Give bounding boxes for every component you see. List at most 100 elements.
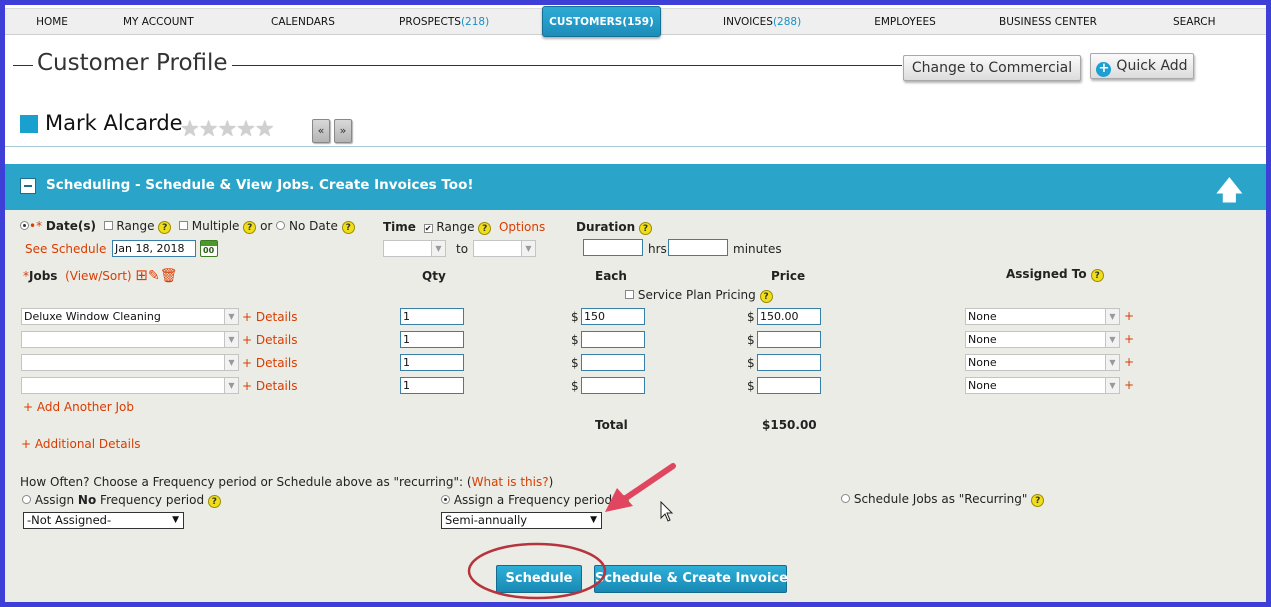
prev-customer-button[interactable]: « xyxy=(312,119,330,143)
nav-invoices[interactable]: INVOICES(288) xyxy=(723,9,801,35)
jobs-label: Jobs xyxy=(29,269,58,283)
page-title: Customer Profile xyxy=(37,50,228,76)
no-freq-text-a: Assign xyxy=(34,493,78,507)
add-assignee-plus[interactable]: + xyxy=(1124,332,1134,346)
time-range-label: Range xyxy=(436,220,475,234)
each-input[interactable] xyxy=(581,377,645,394)
no-frequency-radio[interactable] xyxy=(22,495,31,504)
qty-input[interactable]: 1 xyxy=(400,354,464,371)
time-range-checkbox[interactable]: ✔ xyxy=(423,224,433,233)
each-input[interactable] xyxy=(581,354,645,371)
multiple-checkbox[interactable] xyxy=(178,221,188,230)
help-icon[interactable]: ? xyxy=(478,222,492,235)
qty-input[interactable]: 1 xyxy=(400,308,464,325)
qty-input[interactable]: 1 xyxy=(400,377,464,394)
customer-name: Mark Alcarde xyxy=(45,111,183,135)
assigned-to-value: None xyxy=(968,379,997,392)
recurring-radio[interactable] xyxy=(841,494,850,503)
details-link[interactable]: + Details xyxy=(242,333,297,347)
help-icon[interactable]: ? xyxy=(638,222,652,235)
nav-business-center[interactable]: BUSINESS CENTER xyxy=(999,9,1097,35)
help-icon[interactable]: ? xyxy=(207,495,221,508)
duration-hours-input[interactable] xyxy=(583,239,643,256)
what-is-this-link[interactable]: What is this? xyxy=(472,475,549,489)
total-label: Total xyxy=(595,418,628,432)
frequency-question: How Often? Choose a Frequency period or … xyxy=(20,475,553,489)
add-job-icon[interactable]: ⊞ xyxy=(135,266,148,284)
time-start-select[interactable]: ▼ xyxy=(383,240,446,257)
nav-home-label: HOME xyxy=(36,16,68,28)
job-select[interactable]: ▼ xyxy=(21,331,239,348)
help-icon[interactable]: ? xyxy=(158,221,172,234)
help-icon[interactable]: ? xyxy=(243,221,257,234)
date-input[interactable]: Jan 18, 2018 xyxy=(112,240,196,257)
assigned-to-select[interactable]: None ▼ xyxy=(965,331,1120,348)
each-input[interactable] xyxy=(581,331,645,348)
additional-details-link[interactable]: + Additional Details xyxy=(21,437,141,451)
schedule-create-invoice-button[interactable]: Schedule & Create Invoice xyxy=(594,565,788,593)
nav-prospects-count: (218) xyxy=(460,16,490,28)
price-input[interactable] xyxy=(757,354,821,371)
duration-minutes-input[interactable] xyxy=(668,239,728,256)
nav-home[interactable]: HOME xyxy=(35,9,69,35)
time-to-label: to xyxy=(456,242,469,256)
job-select[interactable]: ▼ xyxy=(21,354,239,371)
no-frequency-select[interactable]: -Not Assigned- ▼ xyxy=(23,512,184,529)
next-customer-button[interactable]: » xyxy=(334,119,352,143)
edit-pencil-icon[interactable]: ✎ xyxy=(148,268,160,284)
help-icon[interactable]: ? xyxy=(341,221,355,234)
minutes-label: minutes xyxy=(733,242,782,256)
qty-input[interactable]: 1 xyxy=(400,331,464,348)
rating-stars[interactable]: ★★★★★ xyxy=(180,117,275,142)
details-link[interactable]: + Details xyxy=(242,310,297,324)
help-icon[interactable]: ? xyxy=(1031,494,1045,507)
price-input[interactable]: 150.00 xyxy=(757,308,821,325)
help-icon[interactable]: ? xyxy=(759,290,773,303)
details-link[interactable]: + Details xyxy=(242,379,297,393)
nav-invoices-label: INVOICES xyxy=(723,16,773,28)
each-input[interactable]: 150 xyxy=(581,308,645,325)
nav-my-account[interactable]: MY ACCOUNT xyxy=(123,9,194,35)
nav-prospects[interactable]: PROSPECTS(218) xyxy=(399,9,489,35)
frequency-period-select-value: Semi-annually xyxy=(445,513,528,527)
assigned-to-header: Assigned To ? xyxy=(1006,267,1104,282)
frequency-period-select[interactable]: Semi-annually ▼ xyxy=(441,512,602,529)
nav-search[interactable]: SEARCH xyxy=(1173,9,1215,35)
nav-calendars[interactable]: CALENDARS xyxy=(271,9,335,35)
time-end-select[interactable]: ▼ xyxy=(473,240,536,257)
view-sort-link[interactable]: (View/Sort) xyxy=(65,269,131,283)
nav-employees[interactable]: EMPLOYEES xyxy=(873,9,937,35)
time-label: Time xyxy=(383,220,416,234)
calendar-icon[interactable]: 00 xyxy=(200,240,218,257)
dates-radio[interactable] xyxy=(20,221,29,230)
assigned-to-select[interactable]: None ▼ xyxy=(965,354,1120,371)
job-select[interactable]: ▼ xyxy=(21,377,239,394)
assign-frequency-radio[interactable] xyxy=(441,495,450,504)
add-assignee-plus[interactable]: + xyxy=(1124,355,1134,369)
quick-add-button[interactable]: + Quick Add xyxy=(1090,53,1194,79)
price-input[interactable] xyxy=(757,377,821,394)
collapse-minus-icon[interactable] xyxy=(20,178,36,194)
time-options-link[interactable]: Options xyxy=(499,220,545,234)
add-assignee-plus[interactable]: + xyxy=(1124,378,1134,392)
assigned-to-select[interactable]: None ▼ xyxy=(965,377,1120,394)
nav-customers[interactable]: CUSTOMERS(159) xyxy=(542,6,661,37)
change-to-commercial-button[interactable]: Change to Commercial xyxy=(903,55,1081,81)
add-assignee-plus[interactable]: + xyxy=(1124,309,1134,323)
assigned-to-select[interactable]: None ▼ xyxy=(965,308,1120,325)
job-select[interactable]: Deluxe Window Cleaning ▼ xyxy=(21,308,239,325)
range-checkbox[interactable] xyxy=(103,221,113,230)
add-another-job-link[interactable]: + Add Another Job xyxy=(23,400,134,414)
no-date-radio[interactable] xyxy=(276,221,286,230)
nav-calendars-label: CALENDARS xyxy=(271,16,335,28)
no-frequency-select-value: -Not Assigned- xyxy=(27,513,112,527)
service-plan-label: Service Plan Pricing xyxy=(637,288,756,302)
details-link[interactable]: + Details xyxy=(242,356,297,370)
price-input[interactable] xyxy=(757,331,821,348)
see-schedule-link[interactable]: See Schedule xyxy=(25,242,106,256)
trash-icon[interactable]: 🗑 xyxy=(160,268,178,284)
help-icon[interactable]: ? xyxy=(1090,269,1104,282)
service-plan-checkbox[interactable] xyxy=(625,290,634,299)
chevron-down-icon: ▼ xyxy=(1105,378,1119,393)
dates-row: •* Date(s) Range ? Multiple ? or No Date… xyxy=(20,219,355,234)
